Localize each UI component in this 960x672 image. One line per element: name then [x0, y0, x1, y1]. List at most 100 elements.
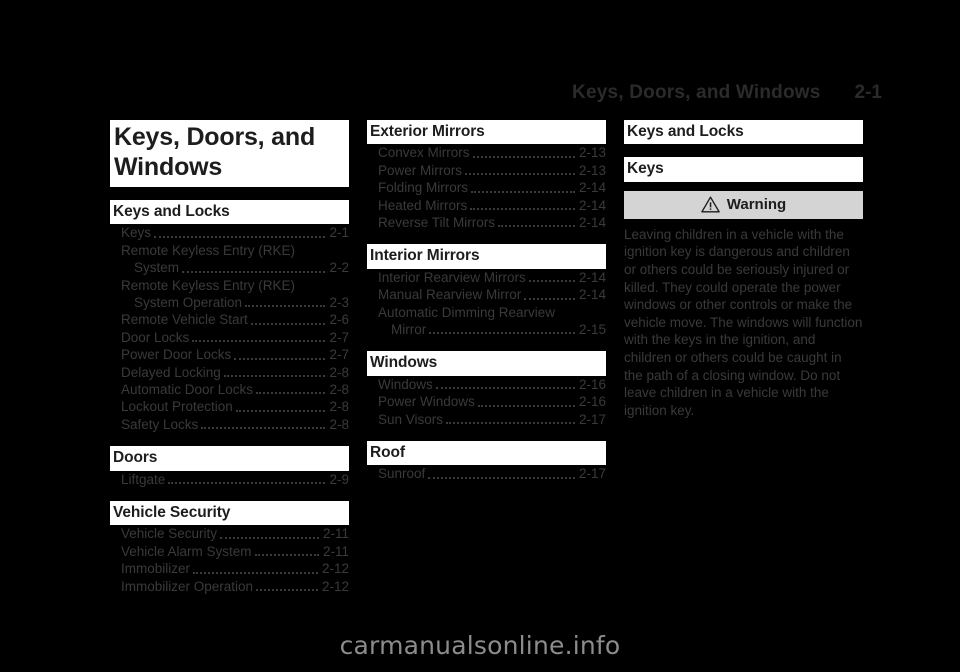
toc-entry[interactable]: Convex Mirrors 2-13 [367, 144, 606, 161]
toc-entry[interactable]: Heated Mirrors 2-14 [367, 197, 606, 214]
toc-entry-page-number: 2-7 [329, 329, 349, 345]
column-middle: Exterior Mirrors Convex Mirrors 2-13 Power … [367, 120, 606, 483]
toc-dot-leader [234, 357, 326, 360]
toc-list: Sunroof 2-17 [367, 465, 606, 482]
toc-entry[interactable]: Sunroof 2-17 [367, 465, 606, 482]
toc-entry-label: Folding Mirrors [378, 180, 469, 196]
running-header-page-number: 2-1 [854, 82, 882, 103]
toc-entry-page-number: 2-9 [329, 471, 349, 487]
toc-list: Convex Mirrors 2-13 Power Mirrors 2-13 Foldi… [367, 144, 606, 231]
toc-entry-page-number: 2-8 [329, 399, 349, 415]
toc-entry-label: Convex Mirrors [378, 145, 470, 161]
toc-entry[interactable]: Remote Keyless Entry (RKE) [110, 277, 349, 294]
toc-entry-page-number: 2-14 [578, 287, 606, 303]
toc-entry[interactable]: Sun Visors 2-17 [367, 411, 606, 428]
toc-list: Keys 2-1 Remote Keyless Entry (RKE) System 2… [110, 224, 349, 433]
toc-entry-label: Power Mirrors [378, 162, 463, 178]
toc-entry-page-number: 2-16 [578, 394, 606, 410]
toc-entry[interactable]: Keys 2-1 [110, 224, 349, 241]
toc-entry-page-number: 2-8 [329, 364, 349, 380]
toc-entry-label: Power Door Locks [121, 347, 232, 363]
toc-entry-label: Remote Keyless Entry (RKE) [121, 242, 296, 258]
toc-dot-leader [201, 426, 326, 430]
toc-section-heading: Roof [367, 441, 606, 466]
toc-entry-label: Automatic Door Locks [121, 382, 254, 398]
toc-dot-leader [428, 476, 575, 479]
toc-entry[interactable]: System 2-2 [110, 259, 349, 276]
toc-entry[interactable]: Vehicle Alarm System 2-11 [110, 543, 349, 560]
toc-dot-leader [154, 235, 326, 238]
warning-label: Warning [726, 196, 787, 214]
toc-entry[interactable]: Interior Rearview Mirrors 2-14 [367, 269, 606, 286]
page-columns: Keys, Doors, and Windows Keys and Locks K… [110, 120, 882, 595]
running-header-title: Keys, Doors, and Windows [572, 82, 821, 103]
toc-entry-label: System [134, 260, 180, 276]
toc-sections-middle: Exterior Mirrors Convex Mirrors 2-13 Power … [367, 120, 606, 483]
toc-entry[interactable]: System Operation 2-3 [110, 294, 349, 311]
toc-entry-page-number: 2-13 [578, 162, 606, 178]
toc-entry-label: Immobilizer [121, 561, 191, 577]
toc-entry[interactable]: Power Windows 2-16 [367, 393, 606, 410]
toc-entry-page-number: 2-14 [578, 197, 606, 213]
warning-body-text: Leaving children in a vehicle with the i… [624, 226, 863, 418]
toc-dot-leader [192, 339, 326, 343]
toc-entry-label: Door Locks [121, 329, 190, 345]
toc-entry[interactable]: Reverse Tilt Mirrors 2-14 [367, 214, 606, 231]
toc-entry-page-number: 2-12 [321, 578, 349, 594]
toc-entry[interactable]: Safety Locks 2-8 [110, 416, 349, 433]
toc-entry-label: Delayed Locking [121, 364, 221, 380]
column-left: Keys, Doors, and Windows Keys and Locks K… [110, 120, 349, 595]
toc-entry-page-number: 2-8 [329, 416, 349, 432]
column-right: Keys and Locks Keys Warning Leaving chil… [624, 120, 863, 419]
toc-dot-leader [168, 481, 326, 485]
toc-entry[interactable]: Immobilizer Operation 2-12 [110, 578, 349, 595]
toc-entry-page-number: 2-13 [578, 145, 606, 161]
toc-entry-page-number: 2-16 [578, 376, 606, 392]
toc-list: Windows 2-16 Power Windows 2-16 Sun Visors 2-… [367, 376, 606, 428]
toc-entry-page-number: 2-8 [329, 382, 349, 398]
toc-entry[interactable]: Folding Mirrors 2-14 [367, 179, 606, 196]
toc-entry[interactable]: Power Door Locks 2-7 [110, 346, 349, 363]
toc-entry[interactable]: Mirror 2-15 [367, 321, 606, 338]
toc-entry[interactable]: Remote Vehicle Start 2-6 [110, 311, 349, 328]
toc-entry[interactable]: Automatic Door Locks 2-8 [110, 381, 349, 398]
toc-entry[interactable]: Delayed Locking 2-8 [110, 364, 349, 381]
toc-entry-label: Sun Visors [378, 411, 444, 427]
toc-entry-page-number: 2-7 [329, 347, 349, 363]
toc-dot-leader [250, 322, 326, 325]
toc-entry-label: Automatic Dimming Rearview [378, 304, 556, 320]
warning-banner: Warning [624, 190, 863, 219]
running-header: Keys, Doors, and Windows 2-1 [110, 80, 882, 106]
section-heading-keys-and-locks: Keys and Locks [624, 120, 863, 145]
toc-entry-page-number: 2-3 [329, 295, 349, 310]
toc-dot-leader [465, 172, 575, 176]
toc-dot-leader [256, 588, 318, 592]
toc-dot-leader [298, 289, 345, 290]
toc-entry[interactable]: Manual Rearview Mirror 2-14 [367, 286, 606, 303]
toc-entry-page-number: 2-6 [329, 312, 349, 328]
toc-dot-leader [498, 224, 575, 228]
toc-entry[interactable]: Windows 2-16 [367, 376, 606, 393]
toc-list: Interior Rearview Mirrors 2-14 Manual Rear… [367, 269, 606, 339]
watermark: carmanualsonline.info [339, 631, 621, 660]
toc-section-heading: Windows [367, 351, 606, 376]
toc-entry[interactable]: Lockout Protection 2-8 [110, 398, 349, 415]
toc-entry-label: Heated Mirrors [378, 197, 468, 213]
toc-entry[interactable]: Liftgate 2-9 [110, 471, 349, 488]
toc-dot-leader [477, 404, 575, 407]
toc-dot-leader [558, 316, 602, 317]
toc-entry[interactable]: Remote Keyless Entry (RKE) [110, 242, 349, 259]
toc-dot-leader [235, 409, 326, 412]
toc-entry-page-number: 2-14 [578, 215, 606, 230]
toc-entry-label: Keys [121, 225, 152, 241]
toc-entry[interactable]: Power Mirrors 2-13 [367, 162, 606, 179]
toc-entry[interactable]: Vehicle Security 2-11 [110, 525, 349, 542]
toc-entry-page-number: 2-14 [578, 269, 606, 285]
toc-entry-label: Immobilizer Operation [121, 578, 254, 594]
toc-entry-page-number: 2-11 [322, 526, 349, 542]
toc-entry[interactable]: Immobilizer 2-12 [110, 560, 349, 577]
toc-dot-leader [446, 421, 575, 424]
toc-entry-page-number: 2-14 [578, 180, 606, 196]
toc-entry[interactable]: Automatic Dimming Rearview [367, 304, 606, 321]
toc-entry[interactable]: Door Locks 2-7 [110, 329, 349, 346]
